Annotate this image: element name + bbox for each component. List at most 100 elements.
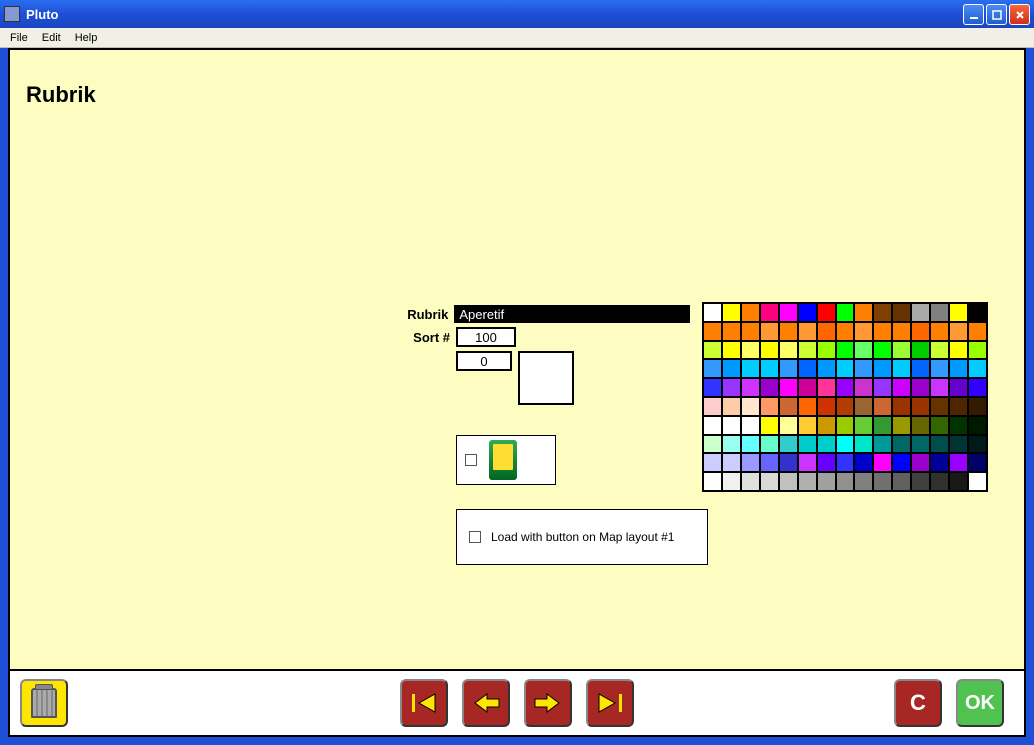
palette-swatch[interactable]: [968, 322, 987, 341]
palette-swatch[interactable]: [892, 303, 911, 322]
palette-swatch[interactable]: [892, 359, 911, 378]
palette-swatch[interactable]: [911, 303, 930, 322]
palette-swatch[interactable]: [949, 378, 968, 397]
palette-swatch[interactable]: [722, 435, 741, 454]
palette-swatch[interactable]: [949, 397, 968, 416]
palette-swatch[interactable]: [968, 435, 987, 454]
palette-swatch[interactable]: [930, 322, 949, 341]
palette-swatch[interactable]: [798, 341, 817, 360]
palette-swatch[interactable]: [836, 303, 855, 322]
palette-swatch[interactable]: [892, 472, 911, 491]
palette-swatch[interactable]: [760, 472, 779, 491]
palette-swatch[interactable]: [741, 359, 760, 378]
palette-swatch[interactable]: [798, 322, 817, 341]
palette-swatch[interactable]: [779, 322, 798, 341]
next-button[interactable]: [524, 679, 572, 727]
palette-swatch[interactable]: [779, 397, 798, 416]
palette-swatch[interactable]: [968, 378, 987, 397]
cancel-button[interactable]: C: [894, 679, 942, 727]
palette-swatch[interactable]: [836, 359, 855, 378]
palette-swatch[interactable]: [760, 435, 779, 454]
palette-swatch[interactable]: [892, 453, 911, 472]
palette-swatch[interactable]: [968, 397, 987, 416]
palette-swatch[interactable]: [911, 359, 930, 378]
palette-swatch[interactable]: [911, 453, 930, 472]
first-button[interactable]: [400, 679, 448, 727]
palette-swatch[interactable]: [836, 435, 855, 454]
menu-file[interactable]: File: [4, 30, 34, 46]
palette-swatch[interactable]: [798, 453, 817, 472]
palette-swatch[interactable]: [949, 359, 968, 378]
palette-swatch[interactable]: [968, 359, 987, 378]
palette-swatch[interactable]: [911, 341, 930, 360]
palette-swatch[interactable]: [817, 341, 836, 360]
palette-swatch[interactable]: [873, 322, 892, 341]
load-checkbox[interactable]: [469, 531, 481, 543]
palette-swatch[interactable]: [798, 472, 817, 491]
palette-swatch[interactable]: [779, 416, 798, 435]
maximize-button[interactable]: [986, 4, 1007, 25]
palette-swatch[interactable]: [703, 359, 722, 378]
palette-swatch[interactable]: [817, 472, 836, 491]
palette-swatch[interactable]: [911, 435, 930, 454]
palette-swatch[interactable]: [741, 303, 760, 322]
palette-swatch[interactable]: [703, 435, 722, 454]
palette-swatch[interactable]: [873, 472, 892, 491]
palette-swatch[interactable]: [741, 322, 760, 341]
palette-swatch[interactable]: [892, 435, 911, 454]
palette-swatch[interactable]: [760, 397, 779, 416]
palette-swatch[interactable]: [854, 378, 873, 397]
close-button[interactable]: [1009, 4, 1030, 25]
palette-swatch[interactable]: [779, 303, 798, 322]
palette-swatch[interactable]: [854, 303, 873, 322]
rubrik-input[interactable]: [454, 305, 690, 323]
palette-swatch[interactable]: [949, 435, 968, 454]
palette-swatch[interactable]: [968, 453, 987, 472]
palette-swatch[interactable]: [760, 453, 779, 472]
menu-help[interactable]: Help: [69, 30, 104, 46]
palette-swatch[interactable]: [892, 341, 911, 360]
palette-swatch[interactable]: [968, 416, 987, 435]
color-preview[interactable]: [518, 351, 574, 405]
palette-swatch[interactable]: [854, 435, 873, 454]
palette-swatch[interactable]: [836, 416, 855, 435]
ok-button[interactable]: OK: [956, 679, 1004, 727]
palette-swatch[interactable]: [760, 322, 779, 341]
palette-swatch[interactable]: [722, 303, 741, 322]
palette-swatch[interactable]: [873, 303, 892, 322]
palette-swatch[interactable]: [798, 397, 817, 416]
palette-swatch[interactable]: [760, 341, 779, 360]
palette-swatch[interactable]: [930, 359, 949, 378]
aux-input[interactable]: [456, 351, 512, 371]
palette-swatch[interactable]: [854, 341, 873, 360]
menu-edit[interactable]: Edit: [36, 30, 67, 46]
palette-swatch[interactable]: [949, 472, 968, 491]
delete-button[interactable]: [20, 679, 68, 727]
palette-swatch[interactable]: [930, 416, 949, 435]
palette-swatch[interactable]: [817, 435, 836, 454]
palette-swatch[interactable]: [892, 378, 911, 397]
palette-swatch[interactable]: [817, 359, 836, 378]
palette-swatch[interactable]: [968, 303, 987, 322]
palette-swatch[interactable]: [703, 416, 722, 435]
palette-swatch[interactable]: [817, 453, 836, 472]
minimize-button[interactable]: [963, 4, 984, 25]
palette-swatch[interactable]: [741, 453, 760, 472]
palette-swatch[interactable]: [854, 472, 873, 491]
palette-swatch[interactable]: [798, 359, 817, 378]
palette-swatch[interactable]: [722, 359, 741, 378]
palette-swatch[interactable]: [722, 378, 741, 397]
sort-input[interactable]: [456, 327, 516, 347]
palette-swatch[interactable]: [722, 341, 741, 360]
palette-swatch[interactable]: [854, 359, 873, 378]
palette-swatch[interactable]: [798, 416, 817, 435]
palette-swatch[interactable]: [760, 303, 779, 322]
palette-swatch[interactable]: [836, 378, 855, 397]
palette-swatch[interactable]: [873, 359, 892, 378]
palette-swatch[interactable]: [836, 341, 855, 360]
palette-swatch[interactable]: [930, 378, 949, 397]
palette-swatch[interactable]: [949, 303, 968, 322]
palette-swatch[interactable]: [873, 435, 892, 454]
palette-swatch[interactable]: [930, 435, 949, 454]
palette-swatch[interactable]: [798, 435, 817, 454]
